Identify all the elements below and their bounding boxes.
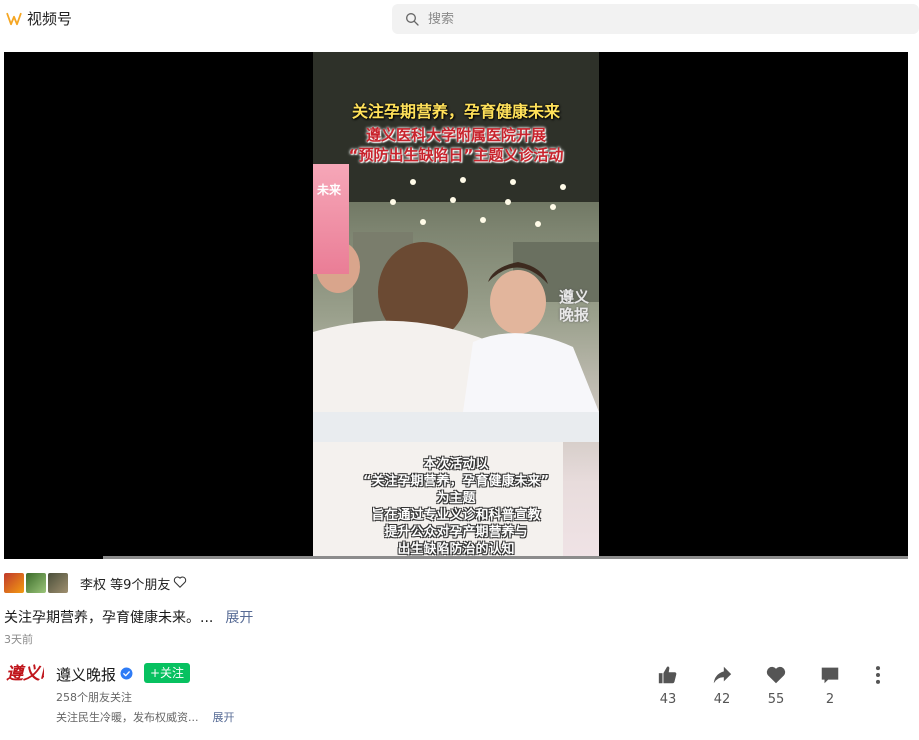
more-options-button[interactable] [858,664,898,686]
video-frame[interactable]: 未来 关注孕期营养，孕育健康未来 遵义医科大学附属医院开展 “预防出生缺陷日”主… [313,52,599,559]
channels-logo-icon [6,12,22,25]
subtitle-line: 本次活动以 [423,457,489,472]
share-arrow-icon [713,666,732,684]
favorite-count: 55 [767,692,785,707]
like-button[interactable]: 43 [648,664,688,707]
search-icon [406,13,419,26]
subtitle-line: 为主题 [436,491,476,506]
author-bio: 关注民生冷暖，发布权威资... 展开 [56,709,235,725]
author-fans: 258个朋友关注 [56,691,132,704]
friend-avatar [48,573,68,593]
search-bar[interactable] [392,4,919,34]
post-time: 3天前 [4,633,33,646]
heart-icon [766,666,786,684]
expand-description-link[interactable]: 展开 [225,610,253,626]
verified-badge-icon [120,666,133,684]
top-bar: 视频号 [0,0,919,40]
follow-button[interactable]: +关注 [144,663,191,683]
comment-bubble-icon [821,667,839,684]
video-title-line3: “预防出生缺陷日”主题义诊活动 [348,146,564,164]
video-title-line2: 遵义医科大学附属医院开展 [365,126,546,144]
subtitle-line: 旨在通过专业义诊和科普宣教 [371,508,541,523]
banner-text: 未来 [317,183,342,197]
like-count: 43 [659,692,677,707]
search-input[interactable] [428,11,828,27]
subtitle-line: 提升公众对孕产期营养与 [384,525,528,540]
description-text: 关注孕期营养，孕育健康未来。... [4,610,214,626]
pink-banner: 未来 [313,164,349,274]
friends-names: 李权 等9个朋友 [80,577,171,593]
video-progress-bar[interactable] [103,556,908,559]
avatar-logo-text: 遵义晚报 [6,664,44,684]
watermark: 遵义晚报 [559,288,590,324]
subtitle-line: “关注孕期营养，孕育健康未来” [362,474,550,489]
author-avatar[interactable]: 遵义晚报 [4,660,44,704]
video-player[interactable]: 未来 关注孕期营养，孕育健康未来 遵义医科大学附属医院开展 “预防出生缺陷日”主… [4,52,908,559]
favorite-button[interactable]: 55 [756,664,796,707]
video-subtitle: 本次活动以 “关注孕期营养，孕育健康未来” 为主题 旨在通过专业义诊和科普宣教 … [313,456,599,558]
share-count: 42 [713,692,731,707]
heart-outline-icon [173,574,187,593]
comment-count: 2 [825,692,835,707]
video-description: 关注孕期营养，孕育健康未来。... 展开 [4,607,253,627]
comment-button[interactable]: 2 [810,664,850,707]
author-name[interactable]: 遵义晚报 [56,664,116,685]
video-title-line1: 关注孕期营养，孕育健康未来 [351,102,560,121]
share-button[interactable]: 42 [702,664,742,707]
expand-bio-link[interactable]: 展开 [213,711,235,724]
author-name-row[interactable]: 遵义晚报 [56,664,133,685]
more-vertical-icon [875,666,881,684]
app-logo[interactable]: 视频号 [5,8,72,29]
friends-liked-row[interactable]: 李权 等9个朋友 [4,572,187,594]
friend-avatar [26,573,46,593]
author-bio-text: 关注民生冷暖，发布权威资... [56,711,199,724]
thumbs-up-icon [658,666,677,684]
app-name: 视频号 [27,10,73,28]
friend-avatar [4,573,24,593]
